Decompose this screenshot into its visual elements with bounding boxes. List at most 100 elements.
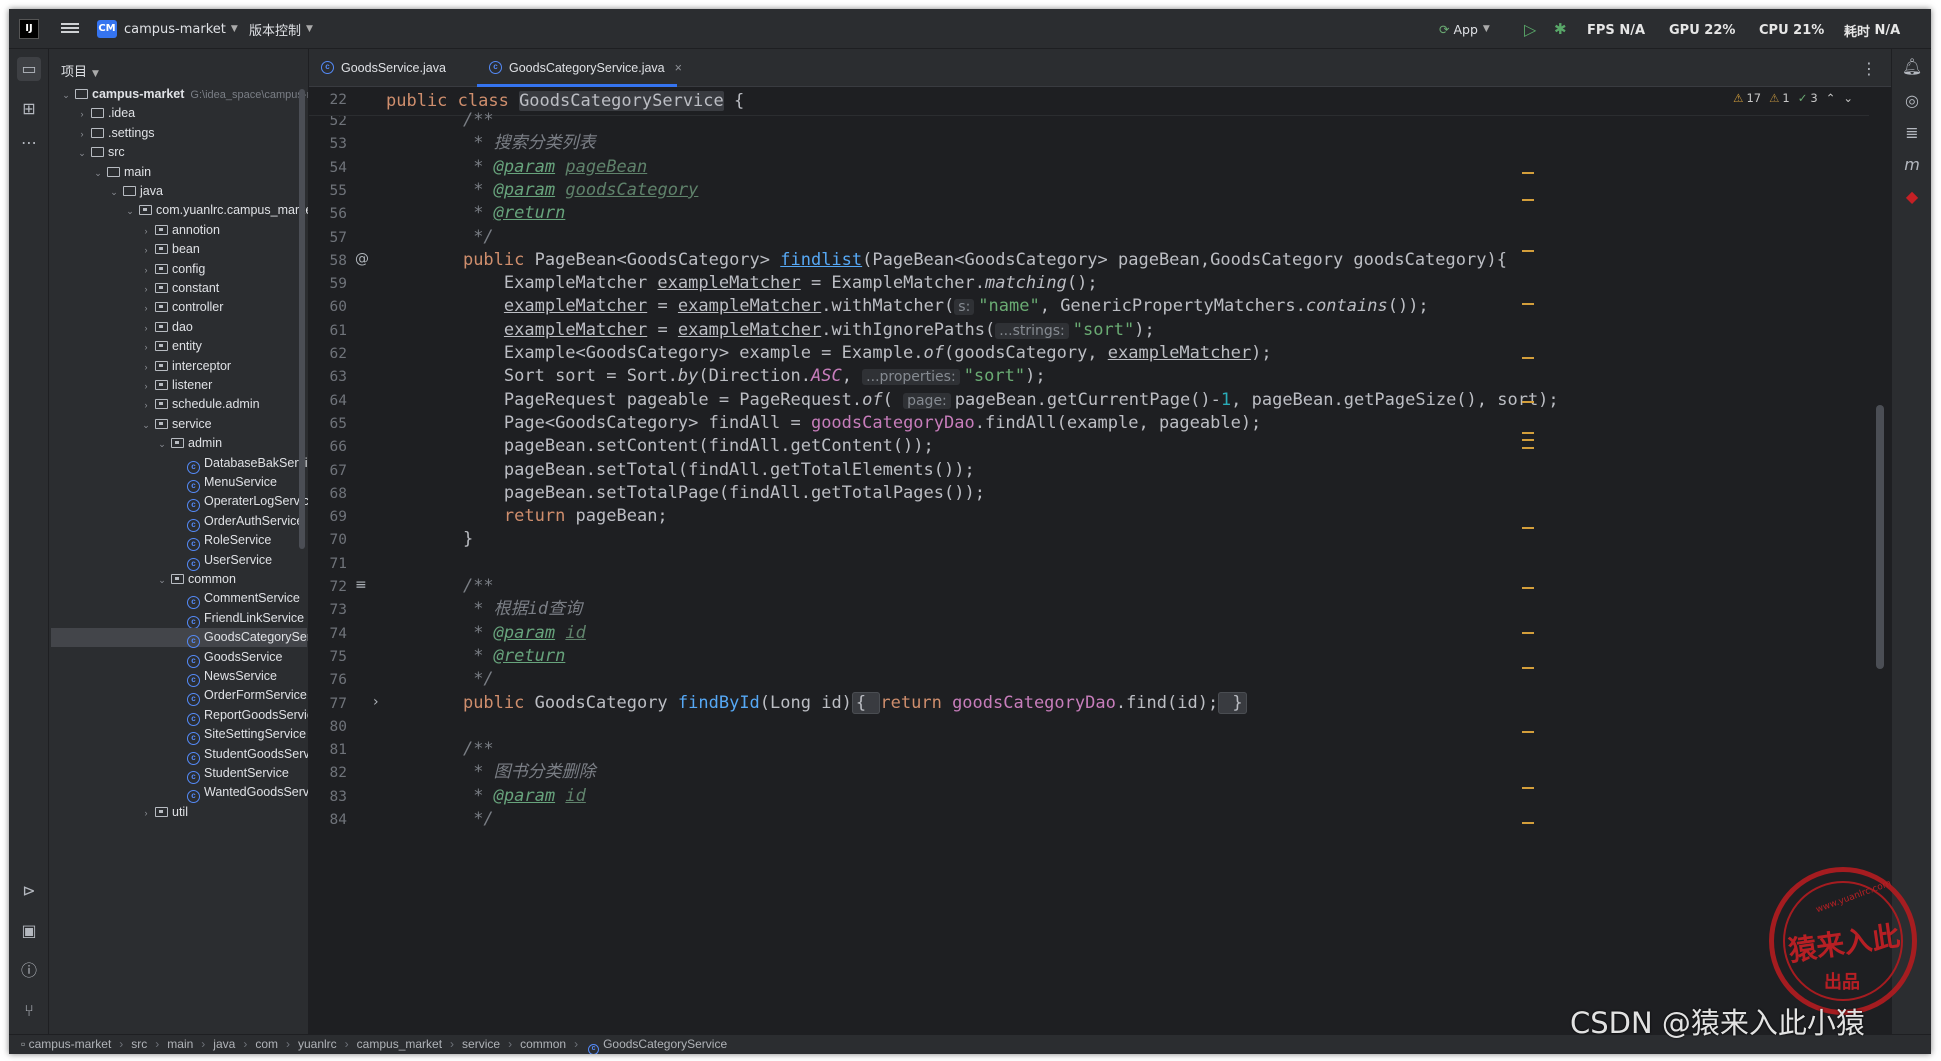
tree-item[interactable]: › bean (51, 240, 307, 259)
tree-item[interactable]: › listener (51, 376, 307, 395)
tree-item[interactable]: c OrderFormService (51, 686, 307, 707)
tree-item[interactable]: ⌄ java (51, 182, 307, 201)
more-tabs-icon[interactable]: ⋮ (1861, 59, 1877, 78)
chevron-down-icon[interactable]: ⌄ (91, 164, 105, 183)
chevron-down-icon[interactable]: ⌄ (75, 144, 89, 163)
project-panel-header[interactable]: 项目 ▼ (49, 49, 308, 87)
warning-stripe-mark[interactable] (1522, 172, 1534, 174)
tree-item[interactable]: ⌄ admin (51, 434, 307, 453)
chevron-right-icon[interactable]: › (139, 280, 153, 299)
terminal-icon[interactable]: ▣ (17, 919, 41, 943)
tree-item[interactable]: › util (51, 803, 307, 822)
code-editor[interactable]: 52 53 54 55 56 57 58 @59 60 61 62 63 64 65 66 67 68 69 70 7… (309, 87, 1891, 1034)
tree-item[interactable]: ⌄ service (51, 415, 307, 434)
tree-item[interactable]: › annotion (51, 221, 307, 240)
chevron-right-icon[interactable]: › (139, 319, 153, 338)
fold-arrow-icon[interactable]: › (373, 694, 379, 710)
tab-goodsservice[interactable]: c GoodsService.java (309, 49, 474, 87)
tree-item[interactable]: ⌄ src (51, 143, 307, 162)
chevron-down-icon[interactable]: ⌄ (155, 571, 169, 590)
tree-item[interactable]: c StudentService (51, 764, 307, 784)
chevron-right-icon[interactable]: › (75, 105, 89, 124)
warning-stripe-mark[interactable] (1522, 447, 1534, 449)
warning-stripe-mark[interactable] (1522, 527, 1534, 529)
run-config-selector[interactable]: ⟳ App ▼ (1439, 17, 1490, 41)
tree-item[interactable]: c MenuService (51, 473, 307, 493)
tree-item[interactable]: c FriendLinkService (51, 609, 307, 629)
chevron-right-icon[interactable]: › (139, 241, 153, 260)
warning-stripe-mark[interactable] (1522, 667, 1534, 669)
project-folder-icon[interactable]: ▭ (17, 57, 41, 81)
services-icon[interactable]: ⊳ (17, 879, 41, 903)
tree-item[interactable]: ⌄ com.yuanlrc.campus_market (51, 201, 308, 220)
database-icon[interactable]: ≣ (1900, 121, 1924, 145)
warning-stripe-mark[interactable] (1522, 357, 1534, 359)
breadcrumb-item[interactable]: campus_market (357, 1037, 442, 1051)
implements-icon[interactable]: @ (355, 251, 369, 267)
vcs-widget[interactable]: 版本控制 ▼ (249, 17, 313, 41)
tree-item[interactable]: c NewsService (51, 667, 307, 687)
tree-item[interactable]: ⌄ campus-market G:\idea_space\campus-marke (51, 85, 308, 105)
ai-assistant-icon[interactable]: ◎ (1900, 89, 1924, 113)
breadcrumb-item[interactable]: com (255, 1037, 278, 1051)
tree-item[interactable]: › .settings (51, 124, 307, 143)
doc-render-icon[interactable]: ≡ (355, 577, 367, 593)
tree-item[interactable]: c WantedGoodsService (51, 783, 308, 804)
tree-item[interactable]: c CommentService (51, 589, 307, 610)
chevron-right-icon[interactable]: › (139, 804, 153, 823)
chevron-down-icon[interactable]: ⌄ (139, 416, 153, 435)
tree-item[interactable]: c ReportGoodsService (51, 706, 308, 726)
warning-stripe-mark[interactable] (1522, 587, 1534, 589)
chevron-right-icon[interactable]: › (75, 125, 89, 144)
tree-item[interactable]: c SiteSettingService (51, 725, 307, 746)
tab-goodscategoryservice[interactable]: c GoodsCategoryService.java × (477, 49, 682, 87)
breadcrumb-item[interactable]: common (520, 1037, 566, 1051)
breadcrumb-item[interactable]: yuanlrc (298, 1037, 337, 1051)
tree-item[interactable]: › constant (51, 279, 307, 298)
chevron-right-icon[interactable]: › (139, 396, 153, 415)
chevron-right-icon[interactable]: › (139, 358, 153, 377)
tree-item[interactable]: ⌄ common (51, 570, 307, 589)
chevron-right-icon[interactable]: › (139, 299, 153, 318)
warning-stripe-mark[interactable] (1522, 250, 1534, 252)
more-tools-icon[interactable]: ⋯ (17, 131, 41, 155)
tree-scrollbar[interactable] (299, 89, 305, 549)
problems-icon[interactable]: ⓘ (17, 959, 41, 983)
breadcrumb-item[interactable]: service (462, 1037, 500, 1051)
warning-stripe-mark[interactable] (1522, 303, 1534, 305)
maven-icon[interactable]: m (1900, 153, 1924, 177)
tree-item[interactable]: c OrderAuthService (51, 512, 307, 532)
chevron-down-icon[interactable]: ⌄ (107, 183, 121, 202)
chevron-down-icon[interactable]: ⌄ (155, 435, 169, 454)
tree-item[interactable]: › config (51, 260, 307, 279)
editor-scrollbar[interactable] (1876, 405, 1884, 669)
chevron-right-icon[interactable]: › (139, 261, 153, 280)
warning-stripe-mark[interactable] (1522, 439, 1534, 441)
tree-item[interactable]: c StudentGoodsService (51, 745, 308, 765)
tree-item[interactable]: c UserService (51, 551, 307, 571)
tree-item[interactable]: › interceptor (51, 357, 307, 376)
tree-item[interactable]: › .idea (51, 104, 307, 123)
warning-stripe-mark[interactable] (1522, 632, 1534, 634)
warning-stripe-mark[interactable] (1522, 822, 1534, 824)
tree-item[interactable]: c RoleService (51, 531, 307, 552)
debug-icon[interactable]: ✱ (1554, 17, 1567, 41)
inspection-widget[interactable]: ⚠ 17 ⚠ 1 ✓ 3 ⌃ ⌄ (1725, 87, 1853, 109)
tree-item[interactable]: › schedule.admin (51, 395, 307, 414)
chevron-right-icon[interactable]: › (139, 377, 153, 396)
tree-item[interactable]: › entity (51, 337, 307, 356)
git-icon[interactable]: ⑂ (17, 999, 41, 1023)
breadcrumb-item[interactable]: campus-market (29, 1037, 112, 1051)
tree-item[interactable]: c OperaterLogService (51, 492, 308, 513)
tree-item[interactable]: c GoodsService (51, 648, 307, 668)
chevron-down-icon[interactable]: ⌄ (59, 86, 73, 105)
warning-stripe-mark[interactable] (1522, 787, 1534, 789)
run-icon[interactable]: ▷ (1524, 17, 1536, 41)
project-switcher[interactable]: CM campus-market ▼ (97, 17, 238, 41)
chevron-right-icon[interactable]: › (139, 338, 153, 357)
warning-stripe-mark[interactable] (1522, 432, 1534, 434)
warning-stripe-mark[interactable] (1522, 199, 1534, 201)
notifications-icon[interactable]: 🔔︎ (1900, 55, 1924, 79)
tree-item[interactable]: c GoodsCategoryService (51, 628, 308, 649)
tree-item[interactable]: c DatabaseBakService (51, 454, 308, 474)
